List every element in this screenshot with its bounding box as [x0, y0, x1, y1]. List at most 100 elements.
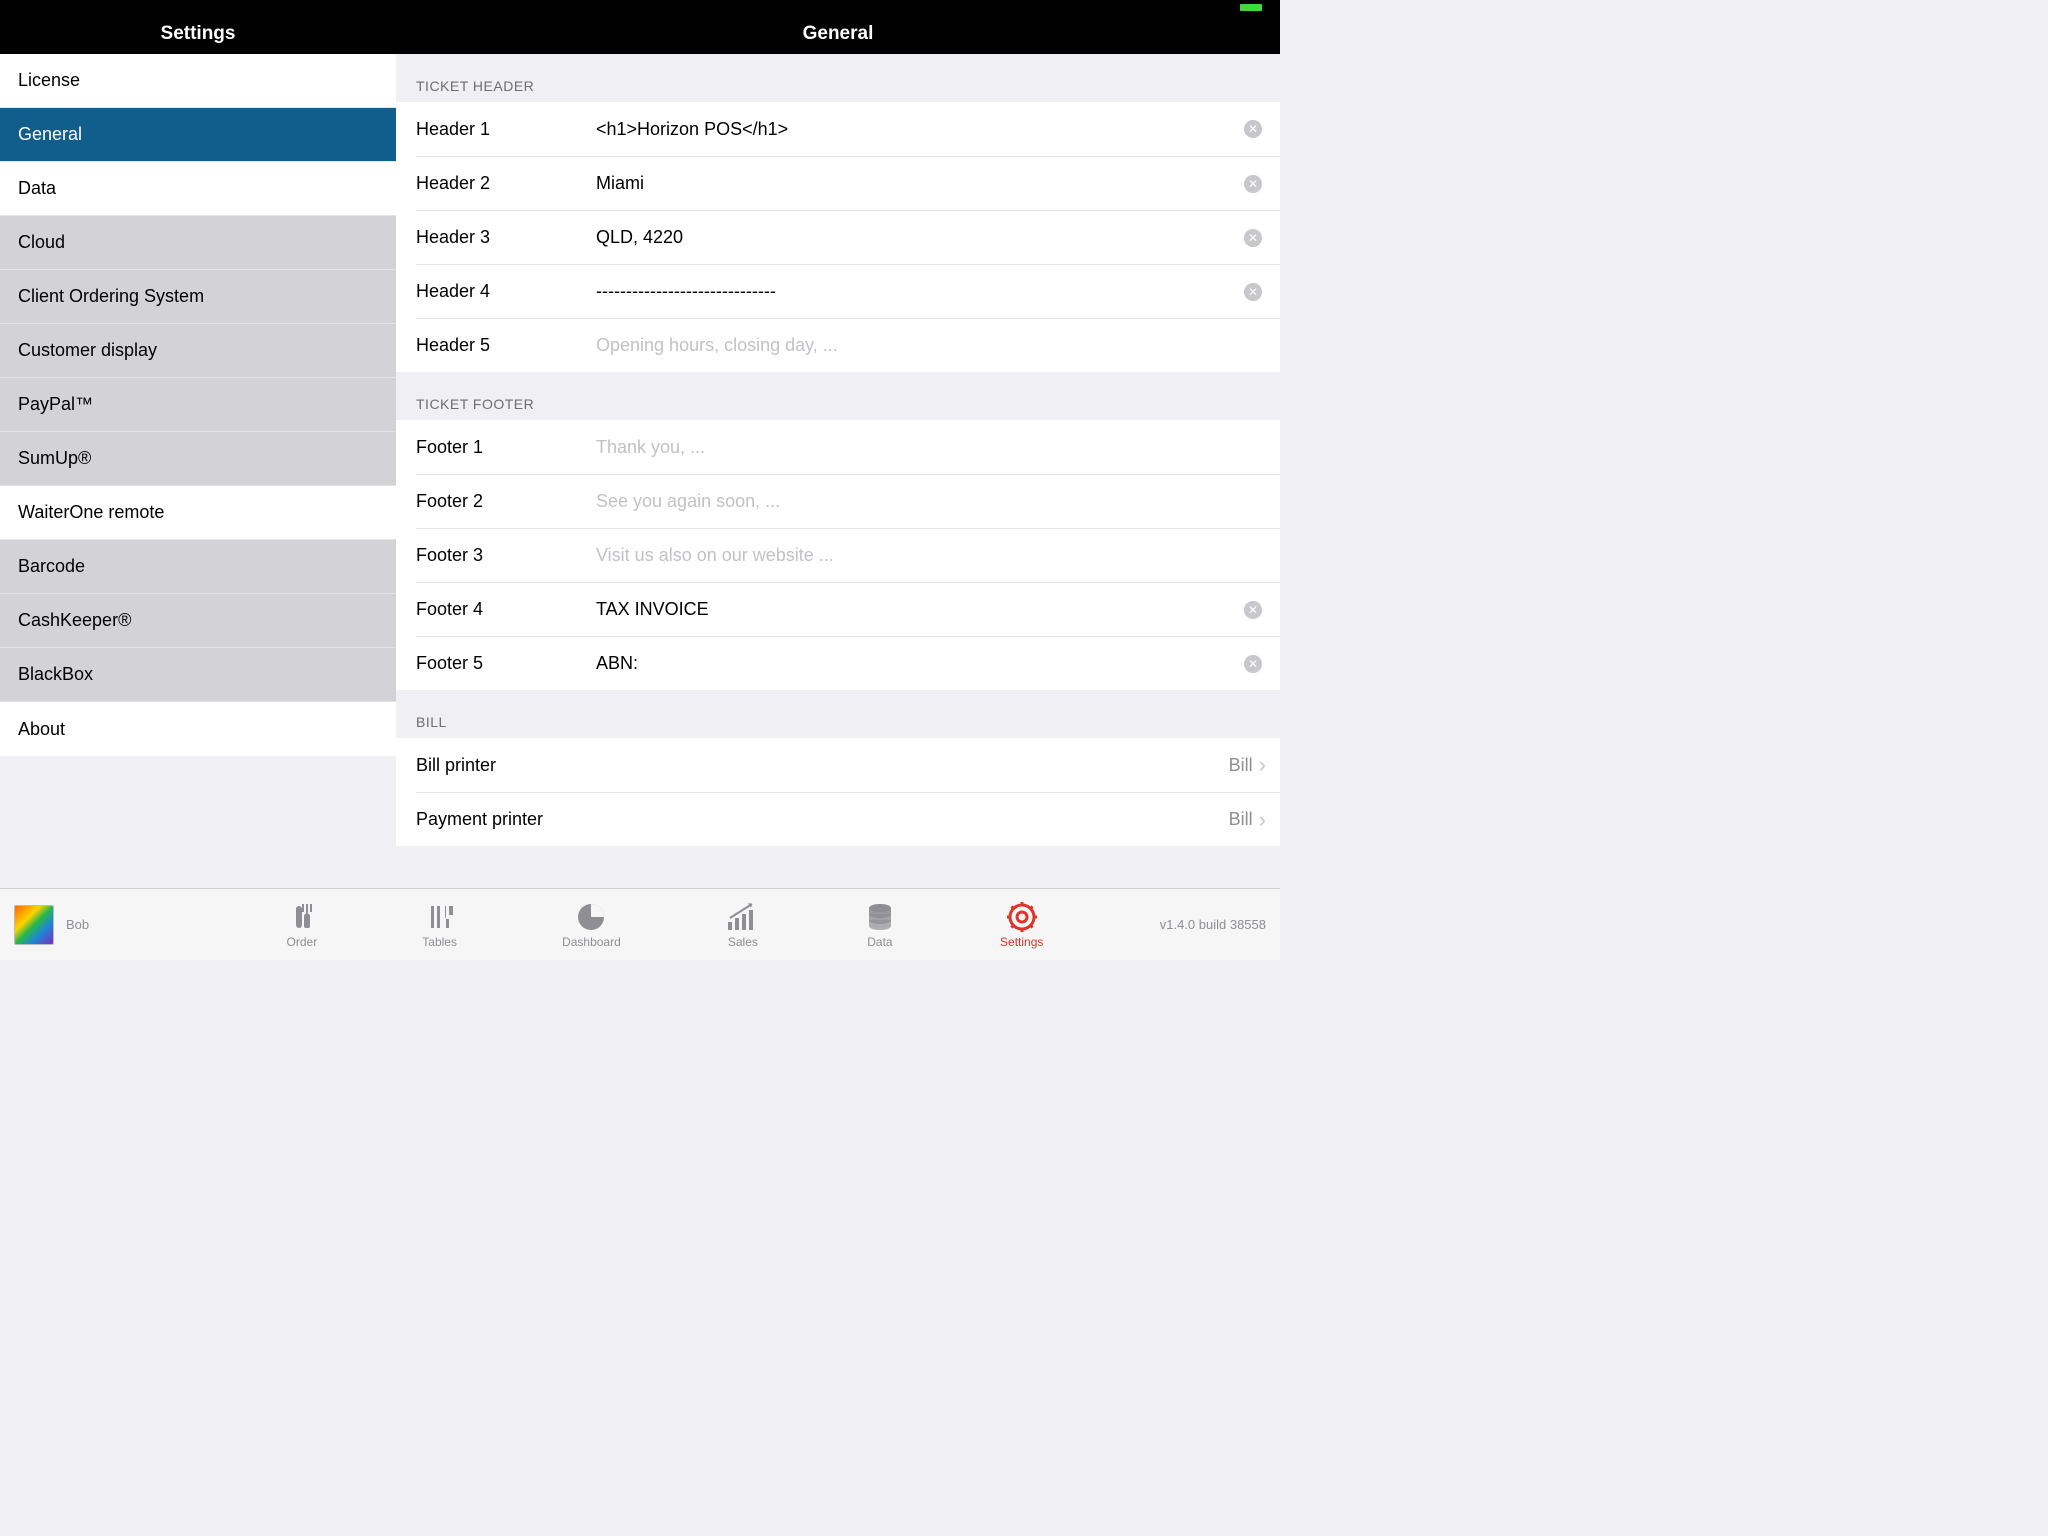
footer-row-3: Footer 3✕	[416, 528, 1280, 582]
bill-value: Bill	[496, 755, 1259, 776]
clear-icon[interactable]: ✕	[1244, 655, 1262, 673]
section-ticket-header: Header 1✕Header 2✕Header 3✕Header 4✕Head…	[396, 102, 1280, 372]
clear-icon[interactable]: ✕	[1244, 229, 1262, 247]
sidebar: License General Data Cloud Client Ordering S…	[0, 54, 396, 888]
header-row-4: Header 4 ✕	[416, 264, 1280, 318]
sidebar-item-label: Data	[18, 178, 56, 199]
header-label: Header 4	[416, 281, 596, 302]
battery-icon	[1240, 4, 1262, 11]
bottom-bar: Bob Order Tables Dashboard Sales Data Setting…	[0, 888, 1280, 960]
user-name: Bob	[66, 917, 89, 932]
header-row-2: Header 2✕	[416, 156, 1280, 210]
sidebar-item-general[interactable]: General	[0, 108, 396, 162]
header-input-4[interactable]	[596, 281, 1244, 302]
tab-label: Settings	[1000, 935, 1043, 949]
footer-input-1[interactable]	[596, 437, 1244, 458]
sidebar-item-label: CashKeeper®	[18, 610, 131, 631]
sidebar-item-label: SumUp®	[18, 448, 91, 469]
header-input-1[interactable]	[596, 119, 1244, 140]
sidebar-item-sumup-[interactable]: SumUp®	[0, 432, 396, 486]
sidebar-item-label: Client Ordering System	[18, 286, 204, 307]
header-label: Header 5	[416, 335, 596, 356]
chevron-right-icon: ›	[1259, 752, 1266, 778]
content: TICKET HEADER Header 1✕Header 2✕Header 3…	[396, 54, 1280, 888]
header-input-5[interactable]	[596, 335, 1244, 356]
header-input-3[interactable]	[596, 227, 1244, 248]
footer-input-3[interactable]	[596, 545, 1244, 566]
footer-input-5[interactable]	[596, 653, 1244, 674]
sidebar-item-label: WaiterOne remote	[18, 502, 164, 523]
tab-label: Order	[287, 935, 318, 949]
sidebar-item-cashkeeper-[interactable]: CashKeeper®	[0, 594, 396, 648]
sidebar-title: Settings	[0, 14, 396, 54]
page-title: General	[396, 14, 1280, 54]
sidebar-item-paypal-[interactable]: PayPal™	[0, 378, 396, 432]
footer-label: Footer 5	[416, 653, 596, 674]
tab-label: Tables	[422, 935, 457, 949]
header-input-2[interactable]	[596, 173, 1244, 194]
tab-data[interactable]: Data	[865, 901, 895, 949]
clear-icon[interactable]: ✕	[1244, 120, 1262, 138]
header-row-1: Header 1✕	[396, 102, 1280, 156]
footer-input-4[interactable]	[596, 599, 1244, 620]
sidebar-item-license[interactable]: License	[0, 54, 396, 108]
footer-label: Footer 3	[416, 545, 596, 566]
sidebar-item-client-ordering-system[interactable]: Client Ordering System	[0, 270, 396, 324]
section-ticket-header-title: TICKET HEADER	[396, 54, 1280, 102]
header-label: Header 3	[416, 227, 596, 248]
bill-row-2[interactable]: Payment printerBill›	[416, 792, 1280, 846]
sidebar-item-barcode[interactable]: Barcode	[0, 540, 396, 594]
section-ticket-footer: Footer 1✕Footer 2✕Footer 3✕Footer 4✕Foot…	[396, 420, 1280, 690]
tab-tables[interactable]: Tables	[422, 901, 457, 949]
sidebar-item-label: Cloud	[18, 232, 65, 253]
sidebar-item-waiterone-remote[interactable]: WaiterOne remote	[0, 486, 396, 540]
tab-label: Dashboard	[562, 935, 621, 949]
footer-row-5: Footer 5 ✕	[416, 636, 1280, 690]
bill-row-1[interactable]: Bill printerBill›	[396, 738, 1280, 792]
footer-row-2: Footer 2✕	[416, 474, 1280, 528]
footer-input-2[interactable]	[596, 491, 1244, 512]
header-row-5: Header 5✕	[416, 318, 1280, 372]
sidebar-item-label: Customer display	[18, 340, 157, 361]
footer-label: Footer 4	[416, 599, 596, 620]
footer-label: Footer 2	[416, 491, 596, 512]
tab-sales[interactable]: Sales	[726, 901, 760, 949]
sidebar-item-customer-display[interactable]: Customer display	[0, 324, 396, 378]
tab-label: Data	[867, 935, 892, 949]
avatar	[14, 905, 54, 945]
section-bill-title: BILL	[396, 690, 1280, 738]
bill-label: Payment printer	[416, 809, 543, 830]
order-icon	[288, 901, 316, 933]
header: Settings General	[0, 14, 1280, 54]
bill-label: Bill printer	[416, 755, 496, 776]
clear-icon[interactable]: ✕	[1244, 601, 1262, 619]
user-info[interactable]: Bob	[14, 905, 234, 945]
footer-row-1: Footer 1✕	[396, 420, 1280, 474]
tab-settings[interactable]: Settings	[1000, 901, 1043, 949]
bill-value: Bill	[543, 809, 1259, 830]
tables-icon	[425, 901, 455, 933]
tab-bar: Order Tables Dashboard Sales Data Settings	[234, 901, 1096, 949]
sidebar-item-blackbox[interactable]: BlackBox	[0, 648, 396, 702]
sales-icon	[726, 901, 760, 933]
sidebar-item-about[interactable]: About	[0, 702, 396, 756]
sidebar-item-data[interactable]: Data	[0, 162, 396, 216]
sidebar-item-label: Barcode	[18, 556, 85, 577]
settings-icon	[1007, 901, 1037, 933]
sidebar-item-cloud[interactable]: Cloud	[0, 216, 396, 270]
sidebar-item-label: License	[18, 70, 80, 91]
tab-order[interactable]: Order	[287, 901, 318, 949]
section-bill: Bill printerBill›Payment printerBill›	[396, 738, 1280, 846]
footer-row-4: Footer 4 ✕	[416, 582, 1280, 636]
sidebar-item-label: General	[18, 124, 82, 145]
sidebar-item-label: About	[18, 719, 65, 740]
status-bar	[0, 0, 1280, 14]
clear-icon[interactable]: ✕	[1244, 283, 1262, 301]
section-ticket-footer-title: TICKET FOOTER	[396, 372, 1280, 420]
header-row-3: Header 3 ✕	[416, 210, 1280, 264]
tab-dashboard[interactable]: Dashboard	[562, 901, 621, 949]
clear-icon[interactable]: ✕	[1244, 175, 1262, 193]
sidebar-item-label: PayPal™	[18, 394, 93, 415]
chevron-right-icon: ›	[1259, 807, 1266, 833]
tab-label: Sales	[728, 935, 758, 949]
